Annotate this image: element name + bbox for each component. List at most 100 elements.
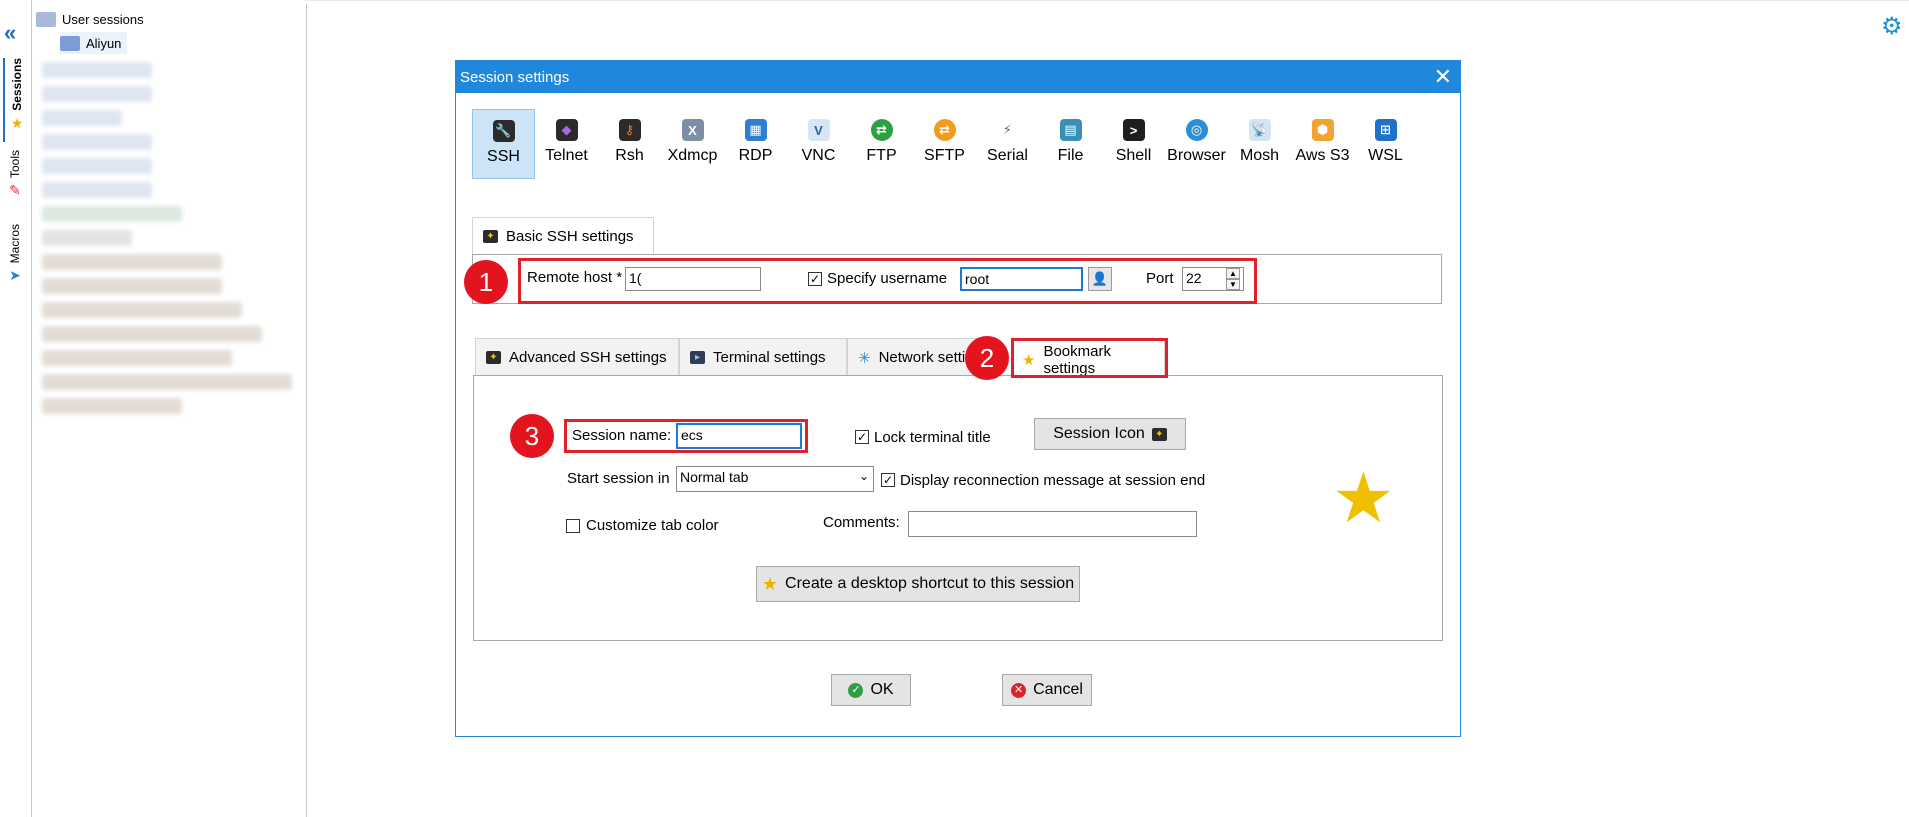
- tab-sessions-label: Sessions: [10, 58, 24, 111]
- session-icon-button[interactable]: Session Icon ✦: [1034, 418, 1186, 450]
- comments-input[interactable]: [908, 511, 1197, 537]
- xdmcp-icon: X: [681, 119, 704, 141]
- display-reconnect-checkbox[interactable]: ✓: [881, 473, 895, 487]
- cancel-button[interactable]: ✕ Cancel: [1002, 674, 1092, 706]
- protocol-ssh[interactable]: 🔧 SSH: [472, 109, 535, 179]
- check-icon: ✓: [848, 682, 864, 698]
- cancel-icon: ✕: [1011, 682, 1027, 698]
- protocol-label: RDP: [738, 147, 773, 164]
- tab-basic-label: Basic SSH settings: [506, 228, 634, 245]
- protocol-label: Shell: [1115, 147, 1152, 164]
- create-shortcut-button[interactable]: ★ Create a desktop shortcut to this sess…: [756, 566, 1080, 602]
- lock-terminal-title-checkbox[interactable]: ✓: [855, 430, 869, 444]
- protocol-serial[interactable]: ⚡ Serial: [976, 109, 1039, 179]
- session-settings-dialog: Session settings ✕ 🔧 SSH ◆ Telnet ⚷ Rsh X Xd…: [455, 60, 1461, 737]
- protocol-label: Xdmcp: [667, 147, 718, 164]
- side-tab-strip: « Sessions ★ Tools ✎ Macros ➤: [0, 0, 32, 817]
- tab-sessions[interactable]: Sessions ★: [3, 58, 29, 142]
- tab-advanced-ssh-settings[interactable]: ✦ Advanced SSH settings: [475, 338, 679, 376]
- customize-tab-color-label: Customize tab color: [586, 517, 719, 534]
- advanced-ssh-icon: ✦: [486, 351, 501, 364]
- tab-macros[interactable]: Macros ➤: [3, 224, 27, 294]
- protocol-shell[interactable]: > Shell: [1102, 109, 1165, 179]
- blurred-tree-item: [42, 398, 182, 414]
- protocol-sftp[interactable]: ⇄ SFTP: [913, 109, 976, 179]
- gear-icon[interactable]: ⚙: [1881, 12, 1903, 41]
- protocol-xdmcp[interactable]: X Xdmcp: [661, 109, 724, 179]
- protocol-label: VNC: [801, 147, 836, 164]
- browser-icon: ◎: [1185, 119, 1208, 141]
- comments-label: Comments:: [823, 514, 900, 531]
- blurred-tree-item: [42, 182, 152, 198]
- start-session-select[interactable]: Normal tab ⌄: [676, 466, 874, 492]
- shortcut-star-icon: ★: [761, 573, 779, 594]
- blurred-tree-item: [42, 326, 262, 342]
- protocol-label: Rsh: [615, 147, 644, 164]
- tree-root-user-sessions[interactable]: User sessions: [36, 8, 144, 30]
- ssh-key-icon: ✦: [1151, 427, 1167, 441]
- protocol-browser[interactable]: ◎ Browser: [1165, 109, 1228, 179]
- user-sessions-icon: [36, 11, 56, 27]
- file-icon: ▤: [1059, 119, 1082, 141]
- tab-terminal-settings[interactable]: ▸ Terminal settings: [679, 338, 847, 376]
- tab-tools-label: Tools: [8, 150, 22, 179]
- serial-icon: ⚡: [996, 119, 1019, 141]
- tab-macros-label: Macros: [8, 224, 22, 264]
- protocol-file[interactable]: ▤ File: [1039, 109, 1102, 179]
- macros-icon: ➤: [9, 267, 21, 284]
- blurred-tree-item: [42, 158, 152, 174]
- protocol-ftp[interactable]: ⇄ FTP: [850, 109, 913, 179]
- protocol-mosh[interactable]: 📡 Mosh: [1228, 109, 1291, 179]
- protocol-label: WSL: [1368, 147, 1403, 164]
- session-icon-button-label: Session Icon: [1053, 425, 1145, 442]
- dialog-title: Session settings: [460, 68, 570, 86]
- blurred-tree-item: [42, 134, 152, 150]
- protocol-aws-s3[interactable]: ⬢ Aws S3: [1291, 109, 1354, 179]
- tree-root-label: User sessions: [62, 11, 144, 27]
- blurred-tree-item: [42, 350, 232, 366]
- ok-label: OK: [870, 681, 894, 698]
- tab-network-label: Network setti: [878, 349, 966, 366]
- tab-terminal-label: Terminal settings: [713, 349, 826, 366]
- annotation-badge-2: 2: [965, 336, 1009, 380]
- tab-advanced-label: Advanced SSH settings: [509, 349, 667, 366]
- start-session-label: Start session in: [567, 470, 670, 487]
- network-icon: ✳: [858, 349, 871, 367]
- collapse-sidebar-icon[interactable]: «: [4, 20, 17, 46]
- protocol-wsl[interactable]: ⊞ WSL: [1354, 109, 1417, 179]
- rsh-icon: ⚷: [618, 119, 641, 141]
- customize-tab-color-checkbox[interactable]: [566, 519, 580, 533]
- tab-basic-ssh-settings[interactable]: ✦ Basic SSH settings: [472, 217, 654, 255]
- rdp-icon: ▦: [744, 119, 767, 141]
- create-shortcut-label: Create a desktop shortcut to this sessio…: [785, 575, 1075, 592]
- protocol-vnc[interactable]: V VNC: [787, 109, 850, 179]
- ok-button[interactable]: ✓ OK: [831, 674, 911, 706]
- close-icon[interactable]: ✕: [1434, 66, 1452, 88]
- display-reconnect-label: Display reconnection message at session …: [900, 472, 1206, 489]
- highlight-box-1: [518, 258, 1257, 304]
- protocol-telnet[interactable]: ◆ Telnet: [535, 109, 598, 179]
- highlight-box-2: [1011, 338, 1168, 378]
- tree-folder-label: Aliyun: [86, 35, 122, 51]
- tools-icon: ✎: [9, 182, 21, 199]
- protocol-rdp[interactable]: ▦ RDP: [724, 109, 787, 179]
- mosh-icon: 📡: [1248, 119, 1271, 141]
- cancel-label: Cancel: [1033, 681, 1083, 698]
- ssh-icon: 🔧: [492, 120, 515, 142]
- annotation-badge-1: 1: [464, 260, 508, 304]
- blurred-tree-item: [42, 110, 122, 126]
- blurred-tree-item: [42, 278, 222, 294]
- chevron-down-icon: ⌄: [858, 469, 869, 483]
- annotation-badge-3: 3: [510, 414, 554, 458]
- tab-tools[interactable]: Tools ✎: [3, 150, 27, 220]
- protocol-label: SFTP: [924, 147, 965, 164]
- telnet-icon: ◆: [555, 119, 578, 141]
- protocol-label: Telnet: [545, 147, 588, 164]
- big-star-icon: ★: [1332, 459, 1395, 537]
- protocol-label: Mosh: [1239, 147, 1280, 164]
- tree-folder-aliyun[interactable]: Aliyun: [60, 32, 128, 54]
- blurred-tree-item: [42, 230, 132, 246]
- protocol-rsh[interactable]: ⚷ Rsh: [598, 109, 661, 179]
- star-icon: ★: [10, 114, 24, 131]
- blurred-tree-item: [42, 302, 242, 318]
